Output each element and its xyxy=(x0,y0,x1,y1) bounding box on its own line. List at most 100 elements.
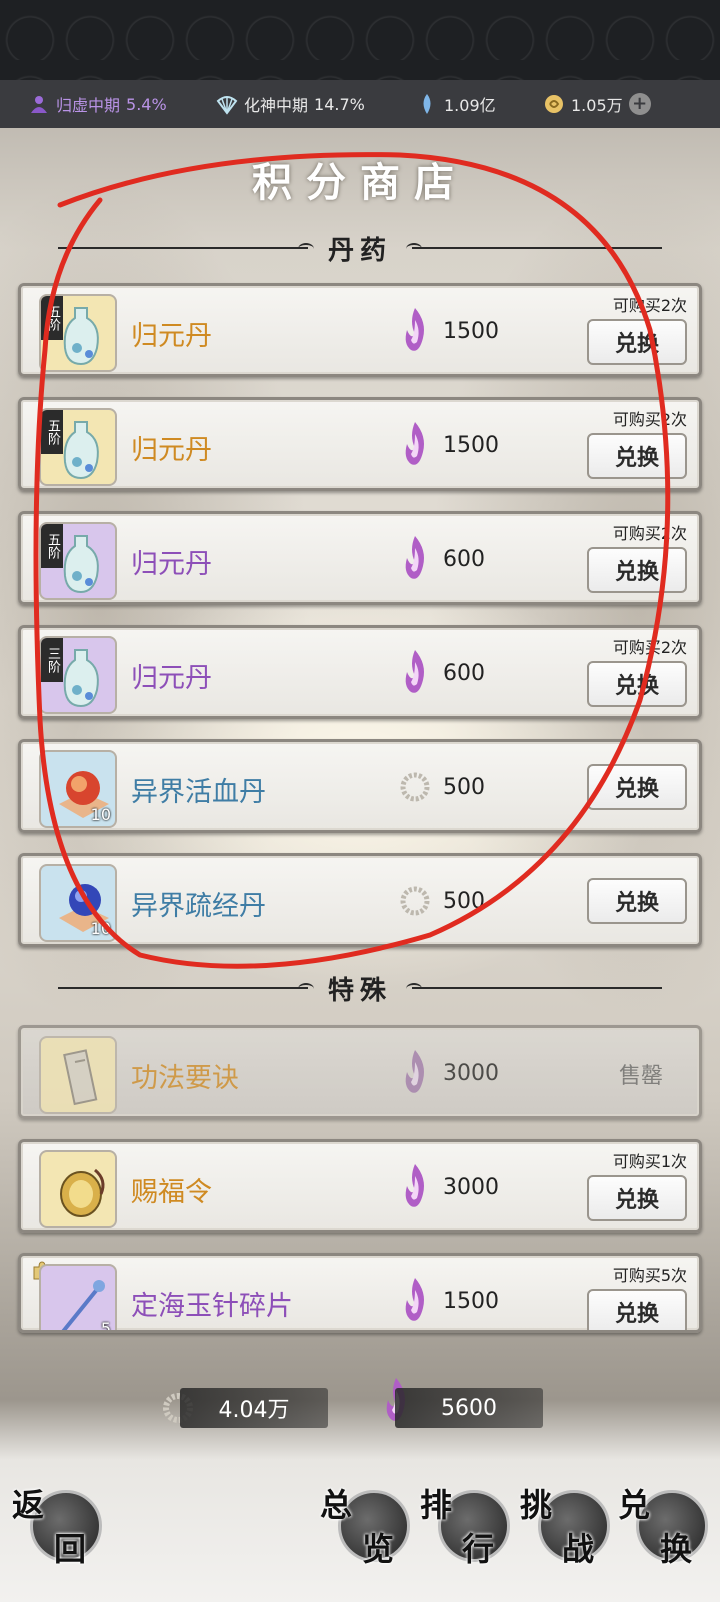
shop-item: 功法要诀 3000 售罄 xyxy=(18,1025,702,1119)
item-price: 500 xyxy=(397,876,485,926)
price-value: 500 xyxy=(443,888,485,914)
deity-status[interactable]: 化神中期 14.7% xyxy=(216,92,365,116)
item-price: 500 xyxy=(397,762,485,812)
flame-balance: 5600 xyxy=(395,1388,543,1428)
exchange-button[interactable]: 兑换 xyxy=(587,433,687,479)
exchange-button[interactable]: 兑换 xyxy=(587,319,687,365)
gold-value: 1.05万 xyxy=(571,96,623,115)
price-value: 1500 xyxy=(443,432,499,458)
deity-value: 14.7% xyxy=(314,94,365,114)
purple-flame-icon xyxy=(405,1278,424,1321)
shop-item: 五阶 归元丹 1500 可购买2次 兑换 xyxy=(18,397,702,491)
gold-coin-icon xyxy=(545,95,563,113)
item-name: 归元丹 xyxy=(131,549,212,580)
item-thumbnail[interactable]: 五阶 xyxy=(39,294,117,372)
crystal-balance[interactable]: 1.09亿 xyxy=(416,92,496,116)
item-name: 异界活血丹 xyxy=(131,777,266,808)
fan-icon xyxy=(216,96,238,115)
section-header-pills: 丹药 xyxy=(0,228,720,268)
section-title: 丹药 xyxy=(327,235,392,266)
resource-bar: 归虚中期 5.4% 化神中期 14.7% 1.09亿 1.05万 + xyxy=(0,80,720,128)
divider-line xyxy=(406,243,662,249)
cultivation-stage-icon xyxy=(31,96,47,113)
exchange-button[interactable]: 兑换 xyxy=(587,1289,687,1330)
deity-label: 化神中期 xyxy=(244,96,309,115)
nav-char: 览 xyxy=(362,1530,395,1568)
item-name: 归元丹 xyxy=(131,435,212,466)
price-value: 3000 xyxy=(443,1060,499,1086)
divider-line xyxy=(57,243,314,249)
shop-item: 赐福令 3000 可购买1次 兑换 xyxy=(18,1139,702,1233)
exchange-button[interactable]: 兑换 xyxy=(587,1175,687,1221)
item-thumbnail[interactable] xyxy=(39,1150,117,1228)
item-price: 3000 xyxy=(397,1048,499,1098)
purple-flame-icon xyxy=(405,308,424,351)
nav-char: 兑 xyxy=(618,1486,651,1524)
item-price: 600 xyxy=(397,534,485,584)
nav-char: 返 xyxy=(12,1486,45,1524)
purple-flame-icon xyxy=(405,650,424,693)
shop-item: 三阶 归元丹 600 可购买2次 兑换 xyxy=(18,625,702,719)
item-count: 5 xyxy=(100,1319,111,1333)
tier-badge: 五阶 xyxy=(41,296,63,340)
overview-button[interactable]: 总 览 xyxy=(320,1480,420,1570)
purchase-limit: 可购买5次 xyxy=(612,1266,687,1285)
crystal-value: 1.09亿 xyxy=(444,96,496,115)
item-name: 功法要诀 xyxy=(131,1063,239,1094)
nav-char: 总 xyxy=(320,1486,353,1524)
item-name: 异界疏经丹 xyxy=(131,891,266,922)
purchase-limit: 可购买2次 xyxy=(612,638,687,657)
nav-char: 挑 xyxy=(520,1486,553,1524)
blessing-token-icon xyxy=(60,1168,105,1217)
exchange-button[interactable]: 兑换 xyxy=(587,878,687,924)
price-value: 1500 xyxy=(443,1288,499,1314)
item-thumbnail[interactable]: 五阶 xyxy=(39,522,117,600)
item-name: 定海玉针碎片 xyxy=(131,1291,293,1322)
scroll-icon xyxy=(63,1049,98,1106)
item-name: 赐福令 xyxy=(131,1177,212,1208)
nav-char: 战 xyxy=(562,1530,595,1568)
exchange-button[interactable]: 兑换 xyxy=(587,661,687,707)
item-thumbnail[interactable]: 5 xyxy=(39,1264,117,1333)
gold-balance[interactable]: 1.05万 + xyxy=(543,92,651,116)
top-pattern-bar xyxy=(0,0,720,80)
currency-balances: 4.04万 5600 xyxy=(0,1378,720,1428)
item-thumbnail[interactable] xyxy=(39,1036,117,1114)
price-value: 1500 xyxy=(443,318,499,344)
price-value: 500 xyxy=(443,774,485,800)
exchange-button[interactable]: 兑换 xyxy=(587,547,687,593)
item-thumbnail[interactable]: 10 xyxy=(39,750,117,828)
silver-balance: 4.04万 xyxy=(180,1388,328,1428)
cultivation-value: 5.4% xyxy=(126,94,167,114)
tier-badge: 三阶 xyxy=(41,638,63,682)
add-currency-button[interactable]: + xyxy=(628,93,651,115)
item-thumbnail[interactable]: 五阶 xyxy=(39,408,117,486)
challenge-button[interactable]: 挑 战 xyxy=(520,1480,620,1570)
item-count: 10 xyxy=(90,805,111,824)
exchange-tab-button[interactable]: 兑 换 xyxy=(618,1480,718,1570)
shop-item: 5 定海玉针碎片 1500 可购买5次 兑换 xyxy=(18,1253,702,1333)
shop-item: 五阶 归元丹 1500 可购买2次 兑换 xyxy=(18,283,702,377)
purchase-limit: 可购买2次 xyxy=(612,410,687,429)
item-name: 归元丹 xyxy=(131,321,212,352)
section-title: 特殊 xyxy=(327,975,392,1006)
purple-flame-icon xyxy=(405,1164,424,1207)
cultivation-label: 归虚中期 xyxy=(56,96,121,115)
exchange-button[interactable]: 兑换 xyxy=(587,764,687,810)
price-value: 600 xyxy=(443,660,485,686)
nav-char: 回 xyxy=(54,1530,87,1568)
item-price: 3000 xyxy=(397,1162,499,1212)
purple-flame-icon xyxy=(405,1050,424,1093)
page-title: 积分商店 xyxy=(252,159,468,206)
cultivation-status[interactable]: 归虚中期 5.4% xyxy=(28,92,167,116)
item-price: 600 xyxy=(397,648,485,698)
ranking-button[interactable]: 排 行 xyxy=(420,1480,520,1570)
item-thumbnail[interactable]: 10 xyxy=(39,864,117,942)
item-thumbnail[interactable]: 三阶 xyxy=(39,636,117,714)
divider-line xyxy=(406,983,662,989)
item-price: 1500 xyxy=(397,1276,499,1326)
back-button[interactable]: 返 回 xyxy=(12,1480,112,1570)
spirit-crystal-icon xyxy=(423,94,431,114)
price-value: 3000 xyxy=(443,1174,499,1200)
purchase-limit: 可购买2次 xyxy=(612,524,687,543)
